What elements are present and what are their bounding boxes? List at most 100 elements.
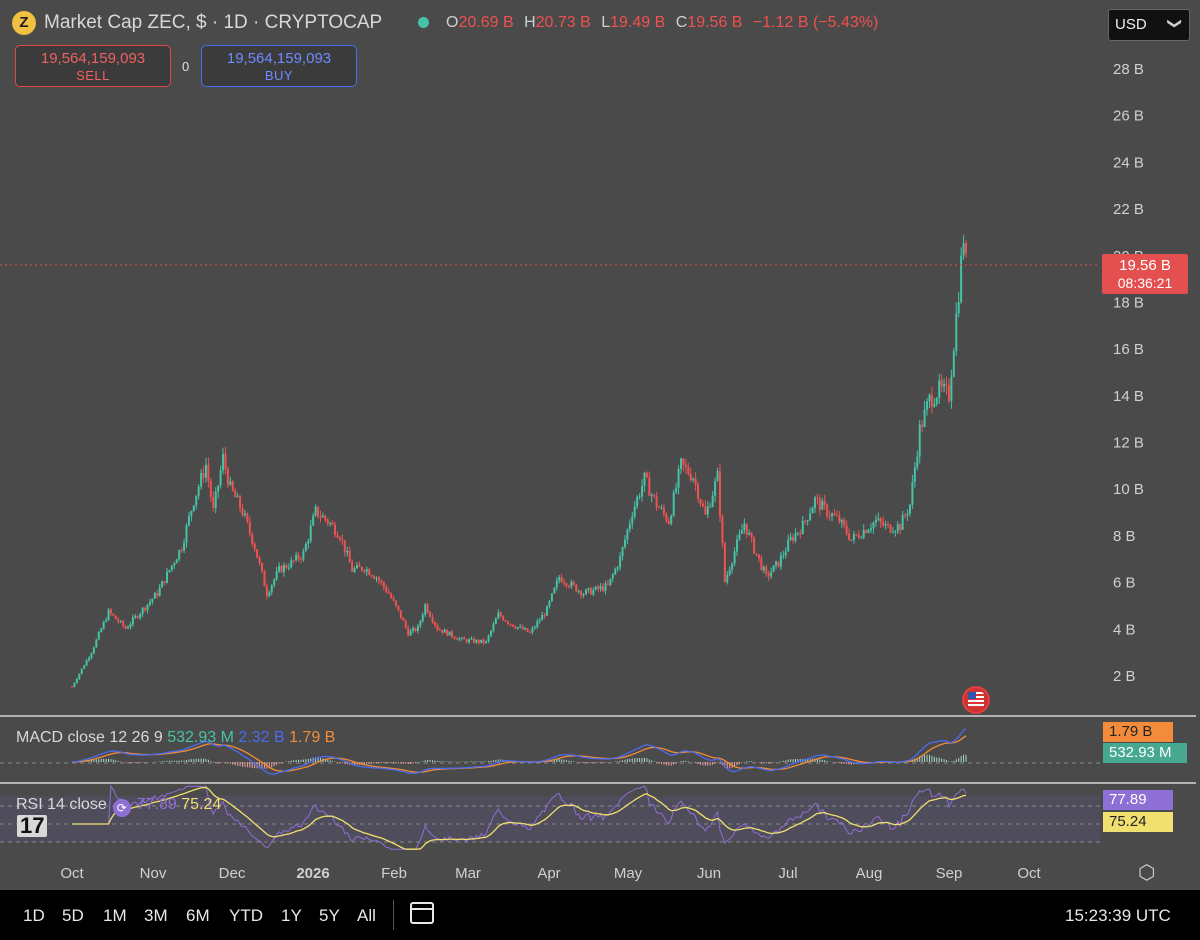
candle-body: [468, 639, 471, 643]
range-button-5y[interactable]: 5Y: [319, 906, 340, 926]
candle-body: [891, 532, 894, 534]
price-axis-label: 16 B: [1113, 341, 1144, 358]
range-button-5d[interactable]: 5D: [62, 906, 84, 926]
candle-body: [533, 627, 536, 629]
candle-body: [460, 637, 463, 639]
candle-body: [838, 515, 841, 523]
ohlc-label: L: [601, 14, 611, 31]
utc-clock[interactable]: 15:23:39 UTC: [1065, 906, 1171, 926]
range-button-1m[interactable]: 1M: [103, 906, 127, 926]
candle-body: [711, 495, 714, 507]
candle-body: [229, 481, 232, 485]
candle-body: [650, 494, 653, 496]
candle-body: [546, 606, 549, 616]
candle-body: [183, 542, 186, 551]
candle-body: [770, 572, 773, 577]
candle-body: [913, 467, 916, 483]
range-button-6m[interactable]: 6M: [186, 906, 210, 926]
macd-legend[interactable]: MACD close 12 26 9 532.93 M 2.32 B 1.79 …: [16, 729, 335, 747]
candle-body: [431, 616, 434, 623]
candle-body: [394, 600, 397, 606]
candle-body: [594, 586, 597, 590]
candle-body: [750, 533, 753, 538]
candle-body: [455, 638, 458, 640]
range-button-1y[interactable]: 1Y: [281, 906, 302, 926]
candle-body: [745, 523, 748, 535]
candle-body: [709, 506, 712, 508]
price-candles: [71, 234, 967, 688]
candle-body: [363, 570, 366, 572]
candle-body: [933, 403, 936, 407]
candle-body: [202, 472, 205, 478]
divider: [393, 900, 394, 930]
candle-body: [923, 409, 926, 427]
candle-body: [292, 560, 295, 562]
candle-body: [538, 620, 541, 622]
candle-body: [801, 520, 804, 535]
close-value: 19.56 B: [687, 14, 743, 31]
candle-body: [619, 556, 622, 568]
candle-body: [879, 518, 882, 522]
sell-button[interactable]: 19,564,159,093 SELL: [15, 45, 171, 87]
calendar-icon[interactable]: [410, 902, 434, 924]
candle-body: [731, 563, 734, 570]
candle-body: [351, 562, 354, 572]
candle-body: [960, 255, 963, 303]
candle-body: [609, 578, 612, 585]
range-button-all[interactable]: All: [357, 906, 376, 926]
candle-body: [243, 513, 246, 515]
time-axis-label: Sep: [936, 865, 963, 882]
candle-body: [416, 626, 419, 631]
candle-body: [148, 601, 151, 605]
candle-body: [684, 464, 687, 467]
candle-body: [675, 487, 678, 493]
candle-body: [429, 612, 432, 617]
candle-body: [723, 543, 726, 582]
candle-body: [908, 504, 911, 514]
candle-body: [874, 519, 877, 523]
range-button-ytd[interactable]: YTD: [229, 906, 263, 926]
refresh-icon[interactable]: ⟳: [112, 799, 131, 817]
symbol-title[interactable]: Market Cap ZEC, $ · 1D · CRYPTOCAP: [44, 12, 382, 34]
candle-body: [694, 478, 697, 485]
candle-body: [370, 575, 373, 577]
candle-body: [947, 385, 950, 401]
range-button-3m[interactable]: 3M: [144, 906, 168, 926]
candle-body: [658, 507, 661, 509]
candle-body: [409, 630, 412, 636]
candle-body: [865, 529, 868, 533]
candle-body: [421, 614, 424, 622]
candle-body: [129, 624, 132, 628]
candle-body: [287, 567, 290, 569]
gear-icon[interactable]: ⬡: [1138, 860, 1155, 885]
candle-body: [818, 498, 821, 510]
price-axis-label: 2 B: [1113, 668, 1136, 685]
chart-canvas[interactable]: 28 B26 B24 B22 B20 B18 B16 B14 B12 B10 B…: [0, 0, 1200, 890]
candle-body: [575, 584, 578, 592]
candle-body: [884, 524, 887, 526]
buy-button[interactable]: 19,564,159,093 BUY: [201, 45, 357, 87]
candle-body: [163, 581, 166, 583]
candle-body: [109, 609, 112, 614]
candle-body: [338, 537, 341, 540]
candle-body: [499, 612, 502, 617]
candle-body: [480, 639, 483, 643]
candle-body: [144, 607, 147, 611]
candle-body: [90, 653, 93, 658]
last-price-value: 19.56 B: [1119, 257, 1171, 274]
candle-body: [224, 453, 227, 469]
candle-body: [85, 660, 88, 666]
tradingview-logo-icon[interactable]: 17: [17, 815, 48, 837]
range-button-1d[interactable]: 1D: [23, 906, 45, 926]
candle-body: [365, 569, 368, 572]
candle-body: [796, 532, 799, 534]
candle-body: [412, 628, 415, 631]
candle-body: [935, 398, 938, 404]
candle-body: [860, 537, 863, 539]
candle-body: [628, 523, 631, 530]
us-flag-event-icon[interactable]: [962, 686, 990, 714]
rsi-legend[interactable]: RSI 14 close ⟳ 77.89 75.24: [16, 796, 221, 817]
currency-select[interactable]: USD ❯: [1108, 9, 1190, 41]
candle-body: [804, 520, 807, 522]
candle-body: [329, 522, 332, 524]
